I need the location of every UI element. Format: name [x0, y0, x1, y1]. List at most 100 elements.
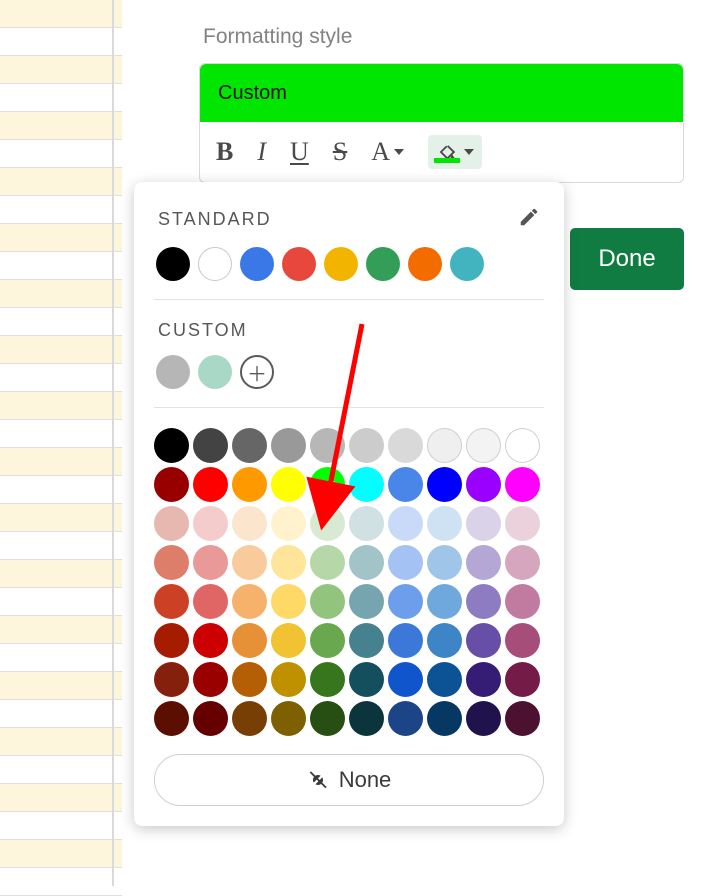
palette-swatch[interactable] [466, 584, 501, 619]
palette-swatch[interactable] [310, 701, 345, 736]
palette-swatch[interactable] [349, 545, 384, 580]
palette-swatch[interactable] [271, 662, 306, 697]
standard-swatch[interactable] [156, 247, 190, 281]
palette-swatch[interactable] [193, 428, 228, 463]
palette-swatch[interactable] [388, 428, 423, 463]
palette-swatch[interactable] [388, 506, 423, 541]
palette-swatch[interactable] [505, 623, 540, 658]
palette-swatch[interactable] [505, 662, 540, 697]
palette-swatch[interactable] [271, 506, 306, 541]
recent-swatch[interactable] [198, 355, 232, 389]
palette-swatch[interactable] [193, 467, 228, 502]
palette-swatch[interactable] [427, 623, 462, 658]
palette-swatch[interactable] [193, 623, 228, 658]
none-button[interactable]: None [154, 754, 544, 806]
palette-swatch[interactable] [427, 701, 462, 736]
palette-swatch[interactable] [193, 545, 228, 580]
palette-swatch[interactable] [505, 428, 540, 463]
palette-swatch[interactable] [466, 506, 501, 541]
palette-swatch[interactable] [388, 584, 423, 619]
standard-swatch[interactable] [324, 247, 358, 281]
palette-swatch[interactable] [310, 584, 345, 619]
palette-swatch[interactable] [388, 662, 423, 697]
add-custom-color-button[interactable]: ＋ [240, 355, 274, 389]
palette-swatch[interactable] [232, 662, 267, 697]
palette-swatch[interactable] [310, 545, 345, 580]
palette-swatch[interactable] [466, 428, 501, 463]
underline-button[interactable]: U [290, 137, 309, 167]
done-button[interactable]: Done [570, 228, 684, 290]
palette-swatch[interactable] [388, 623, 423, 658]
palette-swatch[interactable] [466, 545, 501, 580]
palette-swatch[interactable] [310, 662, 345, 697]
palette-swatch[interactable] [349, 506, 384, 541]
palette-swatch[interactable] [349, 701, 384, 736]
palette-swatch[interactable] [466, 701, 501, 736]
palette-swatch[interactable] [310, 506, 345, 541]
palette-swatch[interactable] [232, 428, 267, 463]
palette-swatch[interactable] [349, 584, 384, 619]
palette-swatch[interactable] [271, 545, 306, 580]
palette-swatch[interactable] [505, 584, 540, 619]
palette-swatch[interactable] [427, 428, 462, 463]
palette-swatch[interactable] [427, 545, 462, 580]
standard-swatch[interactable] [282, 247, 316, 281]
palette-swatch[interactable] [349, 662, 384, 697]
palette-swatch[interactable] [232, 584, 267, 619]
textcolor-button[interactable]: A [371, 137, 404, 167]
bold-button[interactable]: B [216, 137, 233, 167]
recent-swatch[interactable] [156, 355, 190, 389]
palette-swatch[interactable] [271, 623, 306, 658]
palette-swatch[interactable] [349, 428, 384, 463]
palette-swatch[interactable] [388, 545, 423, 580]
palette-swatch[interactable] [232, 701, 267, 736]
palette-swatch[interactable] [505, 467, 540, 502]
palette-swatch[interactable] [310, 467, 345, 502]
pencil-icon[interactable] [518, 206, 540, 233]
palette-swatch[interactable] [505, 506, 540, 541]
palette-swatch[interactable] [232, 467, 267, 502]
palette-swatch[interactable] [193, 506, 228, 541]
palette-swatch[interactable] [271, 428, 306, 463]
palette-swatch[interactable] [427, 584, 462, 619]
palette-swatch[interactable] [388, 701, 423, 736]
palette-swatch[interactable] [427, 506, 462, 541]
standard-swatch[interactable] [366, 247, 400, 281]
palette-swatch[interactable] [466, 623, 501, 658]
palette-swatch[interactable] [271, 701, 306, 736]
standard-swatch[interactable] [240, 247, 274, 281]
palette-swatch[interactable] [349, 467, 384, 502]
palette-swatch[interactable] [154, 545, 189, 580]
palette-swatch[interactable] [154, 467, 189, 502]
palette-swatch[interactable] [154, 584, 189, 619]
palette-swatch[interactable] [271, 467, 306, 502]
fillcolor-button[interactable] [428, 135, 482, 169]
palette-swatch[interactable] [154, 662, 189, 697]
italic-button[interactable]: I [257, 137, 266, 167]
palette-swatch[interactable] [193, 584, 228, 619]
palette-swatch[interactable] [154, 701, 189, 736]
palette-swatch[interactable] [193, 701, 228, 736]
palette-swatch[interactable] [505, 701, 540, 736]
palette-swatch[interactable] [154, 506, 189, 541]
palette-swatch[interactable] [154, 428, 189, 463]
palette-swatch[interactable] [271, 584, 306, 619]
palette-swatch[interactable] [310, 623, 345, 658]
palette-swatch[interactable] [466, 662, 501, 697]
palette-swatch[interactable] [349, 623, 384, 658]
palette-swatch[interactable] [466, 467, 501, 502]
palette-swatch[interactable] [427, 662, 462, 697]
palette-swatch[interactable] [232, 545, 267, 580]
palette-swatch[interactable] [427, 467, 462, 502]
strike-button[interactable]: S [333, 137, 347, 167]
palette-swatch[interactable] [388, 467, 423, 502]
palette-swatch[interactable] [232, 623, 267, 658]
palette-swatch[interactable] [505, 545, 540, 580]
standard-swatch[interactable] [198, 247, 232, 281]
standard-swatch[interactable] [450, 247, 484, 281]
standard-swatch[interactable] [408, 247, 442, 281]
palette-swatch[interactable] [193, 662, 228, 697]
palette-swatch[interactable] [232, 506, 267, 541]
palette-swatch[interactable] [310, 428, 345, 463]
palette-swatch[interactable] [154, 623, 189, 658]
